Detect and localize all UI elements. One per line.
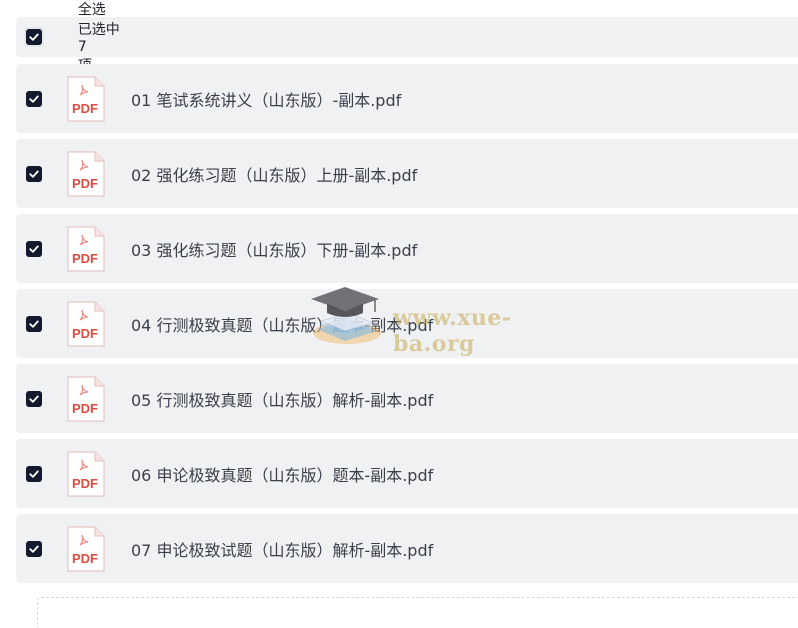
- checkmark-icon: [29, 395, 39, 403]
- file-row-7[interactable]: PDF 07 申论极致试题（山东版）解析-副本.pdf: [16, 514, 798, 583]
- svg-text:PDF: PDF: [72, 476, 98, 491]
- file-checkbox[interactable]: [26, 90, 42, 107]
- file-name: 07 申论极致试题（山东版）解析-副本.pdf: [131, 540, 434, 560]
- file-checkbox[interactable]: [26, 315, 42, 332]
- pdf-file-icon: PDF: [66, 450, 106, 498]
- file-row-5[interactable]: PDF 05 行测极致真题（山东版）解析-副本.pdf: [16, 364, 798, 433]
- upload-dropzone[interactable]: [37, 597, 798, 628]
- checkmark-icon: [29, 170, 39, 178]
- pdf-file-icon: PDF: [66, 375, 106, 423]
- svg-text:PDF: PDF: [72, 101, 98, 116]
- checkmark-icon: [29, 320, 39, 328]
- pdf-file-icon: PDF: [66, 75, 106, 123]
- pdf-file-icon: PDF: [66, 525, 106, 573]
- svg-text:PDF: PDF: [72, 176, 98, 191]
- pdf-file-icon: PDF: [66, 150, 106, 198]
- file-row-4[interactable]: PDF 04 行测极致真题（山东版）题本-副本.pdf: [16, 289, 798, 358]
- pdf-file-icon: PDF: [66, 300, 106, 348]
- pdf-file-icon: PDF: [66, 225, 106, 273]
- file-checkbox[interactable]: [26, 465, 42, 482]
- checkbox-checked-icon: [26, 29, 42, 45]
- file-name: 05 行测极致真题（山东版）解析-副本.pdf: [131, 390, 434, 410]
- file-name: 01 笔试系统讲义（山东版）-副本.pdf: [131, 90, 402, 110]
- file-checkbox[interactable]: [26, 390, 42, 407]
- file-name: 03 强化练习题（山东版）下册-副本.pdf: [131, 240, 418, 260]
- svg-text:PDF: PDF: [72, 401, 98, 416]
- file-row-2[interactable]: PDF 02 强化练习题（山东版）上册-副本.pdf: [16, 139, 798, 208]
- select-all-bar: 全选 已选中 7 项: [16, 2, 798, 74]
- selected-prefix: 已选中: [77, 22, 120, 38]
- file-row-3[interactable]: PDF 03 强化练习题（山东版）下册-副本.pdf: [16, 214, 798, 283]
- file-name: 06 申论极致真题（山东版）题本-副本.pdf: [131, 465, 434, 485]
- checkmark-icon: [29, 245, 39, 253]
- select-all-checkbox[interactable]: [24, 27, 44, 47]
- checkmark-icon: [29, 95, 39, 103]
- file-name: 02 强化练习题（山东版）上册-副本.pdf: [131, 165, 418, 185]
- svg-text:PDF: PDF: [72, 251, 98, 266]
- svg-text:PDF: PDF: [72, 551, 98, 566]
- select-all-label: 全选: [77, 2, 106, 18]
- file-checkbox[interactable]: [26, 540, 42, 557]
- checkmark-icon: [29, 470, 39, 478]
- file-row-6[interactable]: PDF 06 申论极致真题（山东版）题本-副本.pdf: [16, 439, 798, 508]
- file-checkbox[interactable]: [26, 240, 42, 257]
- checkmark-icon: [29, 545, 39, 553]
- file-row-1[interactable]: PDF 01 笔试系统讲义（山东版）-副本.pdf: [16, 64, 798, 133]
- svg-text:PDF: PDF: [72, 326, 98, 341]
- file-checkbox[interactable]: [26, 165, 42, 182]
- file-name: 04 行测极致真题（山东版）题本-副本.pdf: [131, 315, 434, 335]
- file-list: PDF 01 笔试系统讲义（山东版）-副本.pdf PDF 02 强化练习题（山…: [16, 64, 798, 589]
- selected-count: 7: [77, 39, 87, 55]
